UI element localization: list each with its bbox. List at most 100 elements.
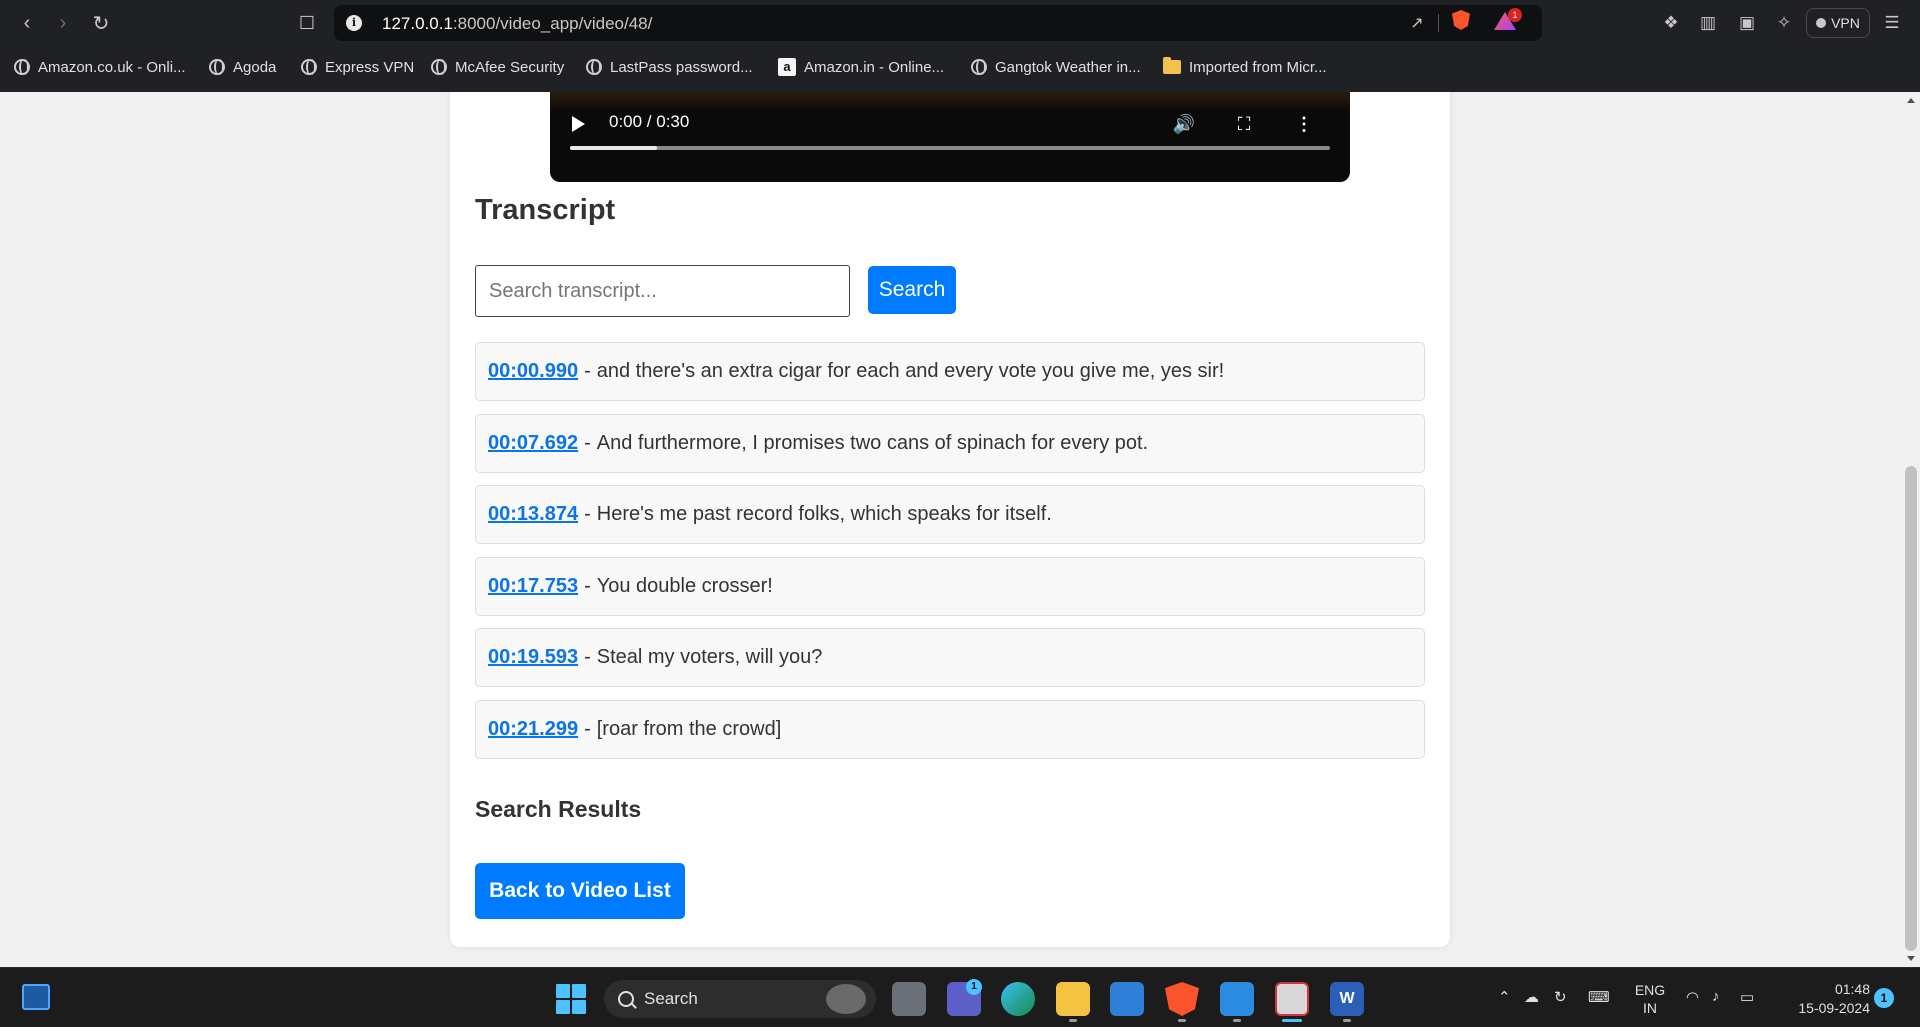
globe-icon xyxy=(971,59,987,75)
clock[interactable]: 01:48 15-09-2024 xyxy=(1770,980,1870,1018)
timestamp-link[interactable]: 00:13.874 xyxy=(488,503,578,526)
brave-browser-icon[interactable] xyxy=(1165,982,1199,1016)
more-options-icon[interactable]: ⋮ xyxy=(1292,112,1316,136)
bookmark-label: Agoda xyxy=(233,58,277,76)
bookmarks-bar: Amazon.co.uk - Onli... Agoda Express VPN… xyxy=(0,50,1920,84)
transcript-text: Steal my voters, will you? xyxy=(596,646,823,668)
page-viewport: 0:00 / 0:30 🔊 ⛶ ⋮ Transcript Search 00:0… xyxy=(0,92,1920,967)
show-hidden-icons-icon[interactable]: ⌃ xyxy=(1498,988,1511,1006)
vpn-status-icon xyxy=(1816,18,1827,28)
search-results-title: Search Results xyxy=(475,796,642,822)
search-icon xyxy=(618,991,634,1007)
bookmark-label: Express VPN xyxy=(325,58,415,76)
edge-icon[interactable] xyxy=(1001,982,1035,1016)
timestamp-separator: - xyxy=(584,646,591,668)
scrollbar-thumb[interactable] xyxy=(1905,466,1917,951)
sync-icon[interactable]: ↻ xyxy=(1554,988,1567,1006)
transcript-line: 00:13.874- Here's me past record folks, w… xyxy=(475,485,1425,544)
transcript-text: You double crosser! xyxy=(596,574,773,597)
fullscreen-icon[interactable]: ⛶ xyxy=(1232,112,1256,136)
snipping-tool-icon[interactable] xyxy=(1275,982,1309,1016)
share-icon[interactable]: ↗ xyxy=(1404,11,1430,35)
scroll-up-icon[interactable] xyxy=(1907,98,1915,103)
vscode-icon[interactable] xyxy=(1220,982,1254,1016)
running-indicator xyxy=(1178,1019,1186,1022)
site-info-icon[interactable]: i xyxy=(346,15,362,31)
back-to-video-list-button[interactable]: Back to Video List xyxy=(475,863,685,919)
transcript-text: and there's an extra cigar for each and … xyxy=(596,360,1225,382)
wallet-icon[interactable]: ▣ xyxy=(1733,9,1761,37)
omnibox-divider xyxy=(1438,14,1439,32)
running-indicator xyxy=(1233,1019,1241,1022)
active-indicator xyxy=(1282,1019,1302,1022)
timestamp-link[interactable]: 00:19.593 xyxy=(488,646,578,669)
timestamp-link[interactable]: 00:00.990 xyxy=(488,360,578,383)
task-view-icon[interactable] xyxy=(892,982,926,1016)
forward-arrow-icon[interactable]: › xyxy=(48,8,78,38)
sidebar-icon[interactable]: ▥ xyxy=(1694,9,1722,37)
rewards-badge: 1 xyxy=(1508,8,1522,22)
bookmark-label: Amazon.co.uk - Onli... xyxy=(38,58,186,76)
bookmark-gangtok-weather[interactable]: Gangtok Weather in... xyxy=(971,56,1141,78)
timestamp-link[interactable]: 00:17.753 xyxy=(488,575,578,598)
battery-icon[interactable]: ▭ xyxy=(1740,988,1754,1006)
transcript-text: [roar from the crowd] xyxy=(596,717,782,740)
timestamp-link[interactable]: 00:07.692 xyxy=(488,432,578,455)
language-code: ENG xyxy=(1634,982,1666,998)
play-icon[interactable] xyxy=(572,116,585,132)
transcript-line: 00:00.990- and there's an extra cigar for… xyxy=(475,342,1425,401)
leo-ai-icon[interactable]: ✧ xyxy=(1770,9,1798,37)
transcript-search-input[interactable] xyxy=(475,265,850,317)
bookmark-icon[interactable]: ☐ xyxy=(292,8,322,38)
language-indicator[interactable]: ENG IN xyxy=(1632,981,1668,1017)
extensions-icon[interactable]: ❖ xyxy=(1657,9,1685,37)
onedrive-icon[interactable]: ☁ xyxy=(1524,988,1539,1006)
menu-icon[interactable]: ☰ xyxy=(1878,9,1906,37)
microsoft-store-icon[interactable] xyxy=(1110,982,1144,1016)
start-windows-icon[interactable] xyxy=(556,984,586,1014)
word-icon[interactable]: W xyxy=(1330,982,1364,1016)
keyboard-icon[interactable]: ⌨ xyxy=(1588,988,1610,1006)
clock-date: 15-09-2024 xyxy=(1798,1000,1870,1016)
page-scrollbar[interactable] xyxy=(1902,92,1920,967)
bookmark-lastpass[interactable]: LastPass password... xyxy=(586,56,753,78)
word-glyph: W xyxy=(1339,990,1355,1007)
scroll-down-icon[interactable] xyxy=(1907,956,1915,961)
globe-icon xyxy=(586,59,602,75)
bookmark-label: Imported from Micr... xyxy=(1189,58,1327,76)
video-buffered-bar xyxy=(570,146,658,150)
timestamp-link[interactable]: 00:21.299 xyxy=(488,718,578,741)
bookmark-label: Gangtok Weather in... xyxy=(995,58,1141,76)
bookmark-mcafee[interactable]: McAfee Security xyxy=(431,56,564,78)
taskbar-search-label: Search xyxy=(644,989,698,1008)
volume-icon[interactable]: 🔊 xyxy=(1172,112,1196,136)
back-arrow-icon[interactable]: ‹ xyxy=(12,8,42,38)
bookmark-imported-folder[interactable]: Imported from Micr... xyxy=(1163,56,1327,78)
bookmark-amazon-uk[interactable]: Amazon.co.uk - Onli... xyxy=(14,56,186,78)
address-bar[interactable]: i 127.0.0.1:8000/video_app/video/48/ ↗ xyxy=(334,5,1542,41)
wifi-icon[interactable]: ◠ xyxy=(1686,988,1699,1006)
video-player[interactable]: 0:00 / 0:30 🔊 ⛶ ⋮ xyxy=(550,92,1350,182)
address-host: 127.0.0.1 xyxy=(382,14,453,33)
transcript-list: 00:00.990 - and there's an extra cigar for… xyxy=(475,342,1425,771)
bookmark-express-vpn[interactable]: Express VPN xyxy=(301,56,414,78)
video-detail-card: 0:00 / 0:30 🔊 ⛶ ⋮ Transcript Search 00:0… xyxy=(450,92,1450,947)
bookmark-amazon-in[interactable]: a Amazon.in - Online... xyxy=(778,56,944,78)
address-path: :8000/video_app/video/48/ xyxy=(452,14,653,33)
globe-icon xyxy=(14,59,30,75)
widgets-icon[interactable] xyxy=(22,984,50,1010)
globe-icon xyxy=(301,59,317,75)
browser-chrome: ‹ › ↻ ☐ i 127.0.0.1:8000/video_app/video… xyxy=(0,0,1920,92)
bookmark-agoda[interactable]: Agoda xyxy=(209,56,276,78)
reload-icon[interactable]: ↻ xyxy=(86,8,116,38)
video-progress-track[interactable] xyxy=(570,146,1330,150)
video-time-display: 0:00 / 0:30 xyxy=(609,112,690,131)
notification-badge[interactable]: 1 xyxy=(1874,988,1894,1008)
taskbar-search[interactable]: Search xyxy=(604,980,876,1018)
search-button[interactable]: Search xyxy=(868,266,956,314)
transcript-line: 00:07.692- And furthermore, I promises tw… xyxy=(475,413,1425,473)
address-url[interactable]: 127.0.0.1:8000/video_app/video/48/ xyxy=(382,14,652,34)
volume-icon[interactable]: ♪ xyxy=(1712,988,1720,1005)
file-explorer-icon[interactable] xyxy=(1056,982,1090,1016)
vpn-button[interactable]: VPN xyxy=(1806,8,1870,38)
